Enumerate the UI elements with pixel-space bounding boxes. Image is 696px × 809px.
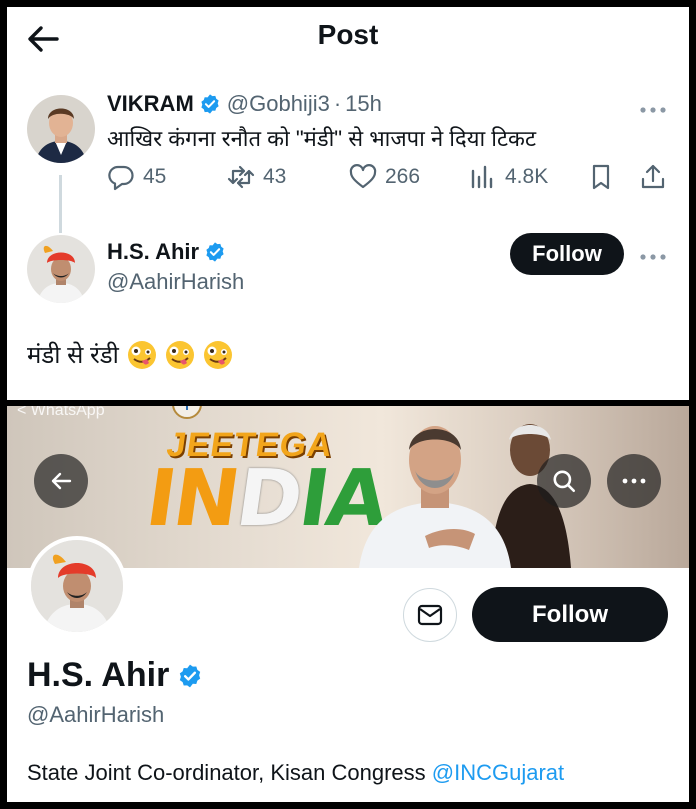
retweet-count: 43	[263, 165, 287, 188]
page-title: Post	[317, 19, 379, 50]
follow-button[interactable]: Follow	[472, 587, 668, 642]
verified-badge-icon[interactable]	[177, 663, 203, 689]
author-handle[interactable]: @AahirHarish	[107, 269, 244, 295]
party-logo-icon	[172, 406, 202, 419]
reply-text-row: मंडी से रंडी	[27, 338, 233, 371]
profile-handle: @AahirHarish	[27, 702, 165, 727]
banner-app-label: < WhatsApp	[17, 406, 105, 419]
bio-text: State Joint Co-ordinator, Kisan Congress	[27, 760, 432, 785]
view-count: 4.8K	[505, 165, 549, 188]
retweet-icon	[227, 165, 255, 189]
search-button[interactable]	[537, 454, 591, 508]
zany-face-emoji-icon	[165, 340, 194, 369]
bookmark-icon	[592, 164, 610, 190]
analytics-icon	[471, 165, 493, 189]
tweet-actions: 45 43 266 4.8K	[107, 163, 667, 203]
share-icon	[641, 164, 665, 189]
profile-avatar[interactable]	[27, 536, 127, 636]
tweet-text: आखिर कंगना रनौत को "मंडी" से भाजपा ने दि…	[107, 126, 537, 151]
tweet-author-row: VIKRAM @Gobhiji3 · 15h	[107, 91, 382, 117]
profile-name-row: H.S. Ahir	[27, 656, 209, 695]
more-options-icon[interactable]	[639, 102, 667, 113]
avatar[interactable]	[27, 235, 95, 303]
zany-face-emoji-icon	[127, 340, 156, 369]
more-options-icon[interactable]	[639, 249, 667, 260]
tweet-time[interactable]: 15h	[345, 91, 382, 117]
more-options-icon	[622, 478, 646, 484]
profile-bio: State Joint Co-ordinator, Kisan Congress…	[27, 760, 564, 786]
verified-badge-icon	[206, 242, 224, 262]
post-panel: Post VIKRAM @Gobhiji3 · 15h आखिर कंगना र…	[7, 7, 689, 400]
back-button[interactable]	[34, 454, 88, 508]
profile-name: H.S. Ahir	[27, 656, 170, 694]
reply-author-row: H.S. Ahir	[107, 239, 232, 265]
like-count: 266	[385, 165, 421, 188]
retweet-button[interactable]: 43	[227, 163, 286, 191]
zany-face-emoji-icon	[203, 340, 232, 369]
back-arrow-icon	[51, 472, 72, 490]
profile-banner: < WhatsApp JEETEGA INDIA	[7, 406, 689, 568]
bio-mention-link[interactable]: @INCGujarat	[432, 760, 564, 785]
bookmark-button[interactable]	[587, 163, 623, 191]
heart-icon	[349, 164, 377, 189]
reply-text: मंडी से रंडी	[27, 342, 119, 369]
author-name[interactable]: VIKRAM	[107, 91, 194, 117]
reply-button[interactable]: 45	[107, 163, 166, 191]
profile-panel: < WhatsApp JEETEGA INDIA Follow H.S. Ahi…	[7, 406, 689, 802]
separator-dot: ·	[333, 91, 342, 116]
like-button[interactable]: 266	[349, 163, 420, 191]
follow-button[interactable]: Follow	[510, 233, 624, 275]
share-button[interactable]	[639, 163, 675, 191]
thread-line	[59, 175, 62, 233]
author-handle[interactable]: @Gobhiji3	[227, 91, 330, 117]
more-button[interactable]	[607, 454, 661, 508]
message-button[interactable]	[403, 588, 457, 642]
mail-icon	[417, 604, 443, 626]
reply-icon	[108, 165, 134, 191]
banner-person-figure	[359, 426, 511, 568]
reply-count: 45	[143, 165, 167, 188]
views-button[interactable]: 4.8K	[469, 163, 548, 191]
search-icon	[553, 470, 576, 493]
slogan-part: IN	[140, 454, 244, 544]
avatar[interactable]	[27, 95, 95, 163]
verified-badge-icon	[201, 94, 219, 114]
post-header: Post	[7, 7, 689, 67]
author-name[interactable]: H.S. Ahir	[107, 239, 199, 265]
